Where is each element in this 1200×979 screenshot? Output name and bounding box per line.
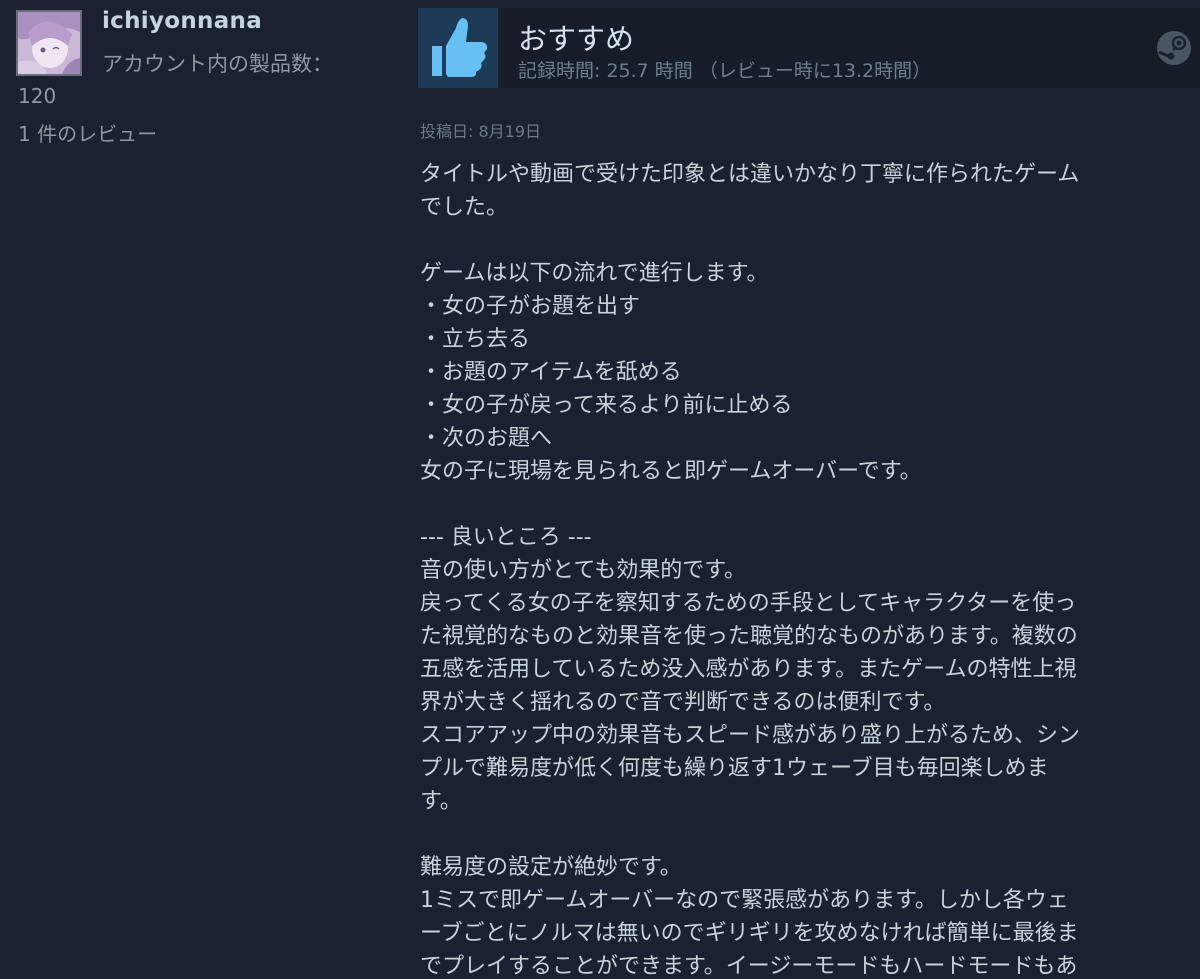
review-count-link[interactable]: 1 件のレビュー <box>18 118 157 147</box>
playtime-text: 記録時間: 25.7 時間 （レビュー時に13.2時間） <box>518 60 932 82</box>
review-line: ・女の子が戻って来るより前に止める <box>420 393 793 418</box>
review-line: 界が大きく揺れるので音で判断できるのは便利です。 <box>420 690 946 715</box>
recommendation-title[interactable]: おすすめ <box>518 16 634 58</box>
review-body: タイトルや動画で受けた印象とは違いかなり丁寧に作られたゲーム でした。ゲームは以下… <box>420 158 1192 979</box>
avatar-image <box>18 12 80 74</box>
review-line: 1ミスで即ゲームオーバーなので緊張感があります。しかし各ウェ <box>420 888 1069 913</box>
review-line: 難易度の設定が絶妙です。 <box>420 855 682 880</box>
avatar[interactable] <box>16 10 82 76</box>
review-line: ーブごとにノルマは無いのでギリギリを攻めなければ簡単に最後ま <box>420 921 1079 946</box>
steam-icon <box>1156 30 1192 66</box>
review-line: でプレイすることができます。イージーモードもハードモードもあ <box>420 954 1078 979</box>
review-line: ・女の子がお題を出す <box>420 294 641 319</box>
review-line: --- 良いところ --- <box>420 525 592 550</box>
review-line: ゲームは以下の流れで進行します。 <box>420 261 769 286</box>
review-page: ichiyonnana アカウント内の製品数： 120 1 件のレビュー おすす… <box>0 0 1200 979</box>
review-line: 女の子に現場を見られると即ゲームオーバーです。 <box>420 459 922 484</box>
products-owned-count[interactable]: 120 <box>18 84 56 108</box>
review-line: 戻ってくる女の子を察知するための手段としてキャラクターを使っ <box>420 591 1077 616</box>
posted-date: 投稿日: 8月19日 <box>420 122 542 141</box>
review-line: す。 <box>420 789 462 814</box>
review-line: でした。 <box>420 195 509 220</box>
review-line: ・次のお題へ <box>420 426 553 451</box>
review-header: おすすめ 記録時間: 25.7 時間 （レビュー時に13.2時間） <box>418 8 1200 88</box>
review-line: ・立ち去る <box>420 327 531 352</box>
review-line: スコアアップ中の効果音もスピード感があり盛り上がるため、シン <box>420 723 1081 748</box>
review-line: 五感を活用しているため没入感があります。またゲームの特性上視 <box>420 657 1077 682</box>
thumbs-up-icon <box>418 8 498 88</box>
review-line: 音の使い方がとても効果的です。 <box>420 558 747 583</box>
review-line: た視覚的なものと効果音を使った聴覚的なものがあります。複数の <box>420 624 1078 649</box>
review-line: ・お題のアイテムを舐める <box>420 360 682 385</box>
reviewer-name[interactable]: ichiyonnana <box>102 8 262 34</box>
review-line: タイトルや動画で受けた印象とは違いかなり丁寧に作られたゲーム <box>420 162 1080 187</box>
products-owned-label[interactable]: アカウント内の製品数： <box>102 48 333 78</box>
review-line: プルで難易度が低く何度も繰り返す1ウェーブ目も毎回楽しめま <box>420 756 1049 781</box>
